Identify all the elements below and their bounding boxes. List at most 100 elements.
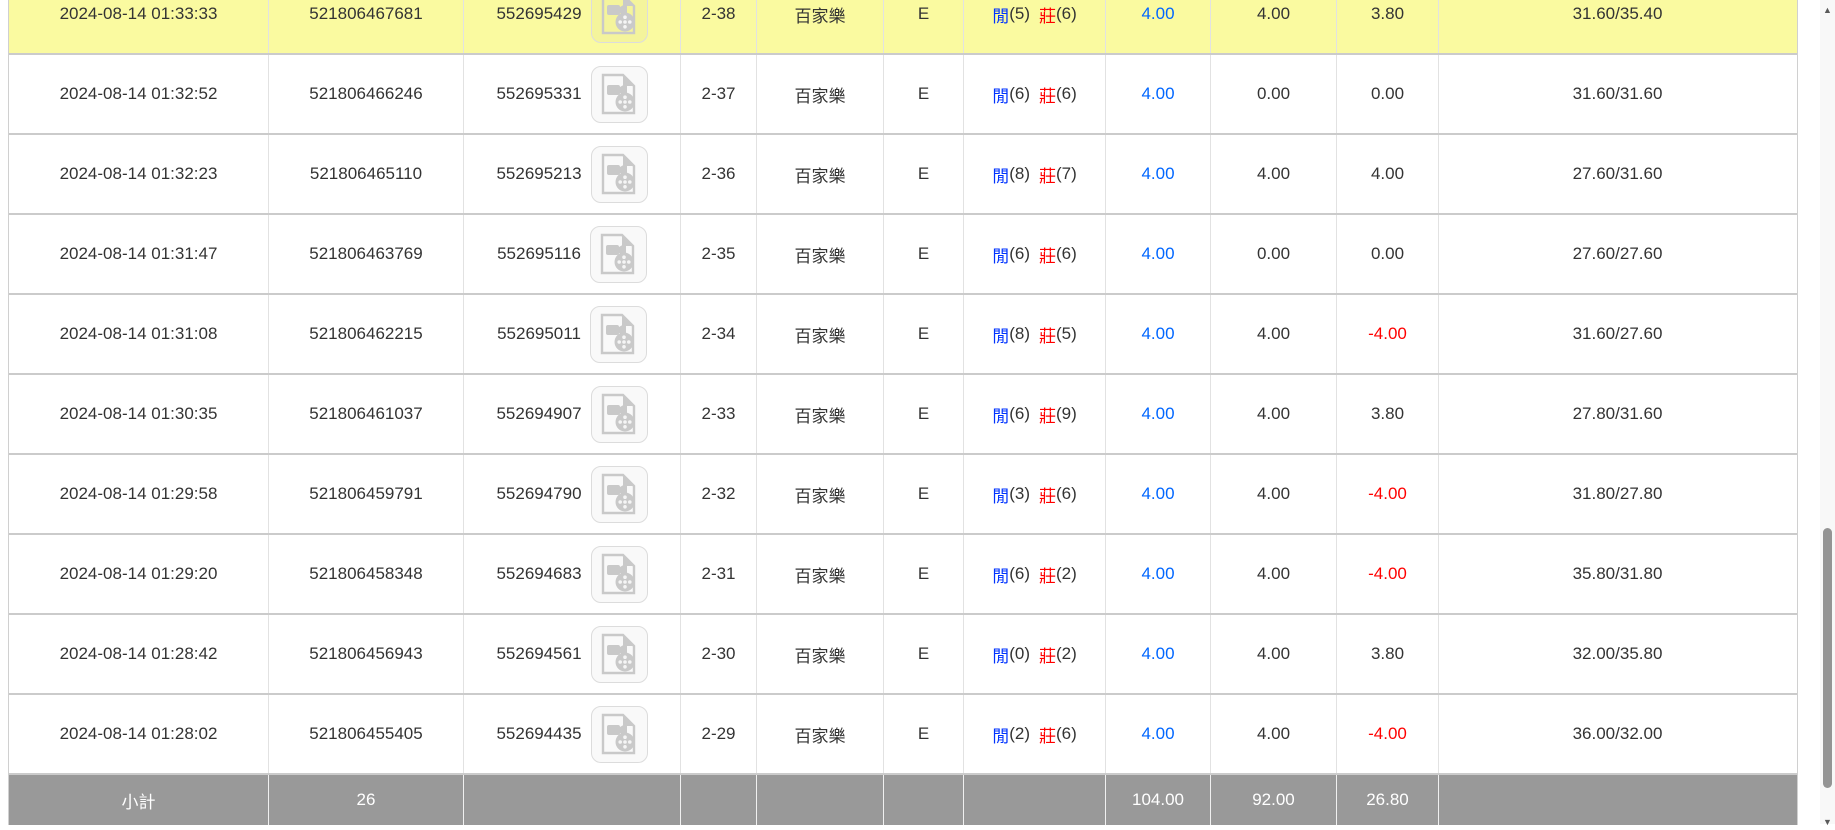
table-row[interactable]: 2024-08-14 01:29:58 521806459791 5526947… [9, 455, 1797, 535]
player-points: (8) [1009, 164, 1030, 184]
cell-bet-id: 521806456943 [269, 615, 464, 693]
summary-empty-game [757, 775, 884, 825]
summary-empty-balance [1439, 775, 1796, 825]
cell-bet-id: 521806466246 [269, 55, 464, 133]
cell-game-name: 百家樂 [757, 215, 884, 293]
cell-bet-amount: 4.00 [1106, 375, 1211, 453]
cell-game-id: 552695331 [464, 55, 681, 133]
scrollbar-thumb[interactable] [1823, 528, 1832, 788]
cell-time: 2024-08-14 01:31:08 [9, 295, 269, 373]
cell-winloss: -4.00 [1337, 455, 1439, 533]
summary-winloss-total: 26.80 [1337, 775, 1439, 825]
cell-bet-amount: 4.00 [1106, 295, 1211, 373]
video-file-icon [600, 393, 638, 435]
player-points: (3) [1009, 484, 1030, 504]
scroll-down-icon[interactable]: ▼ [1820, 814, 1835, 830]
cell-balance: 31.60/31.60 [1439, 55, 1796, 133]
table-row[interactable]: 2024-08-14 01:33:33 521806467681 5526954… [9, 0, 1797, 55]
game-id-text: 552695213 [496, 164, 581, 184]
cell-table-code: E [884, 455, 964, 533]
vertical-scrollbar[interactable]: ▲ ▼ [1820, 0, 1835, 824]
cell-table-code: E [884, 615, 964, 693]
video-replay-button[interactable] [591, 0, 648, 43]
cell-round: 2-30 [681, 615, 757, 693]
cell-game-name: 百家樂 [757, 535, 884, 613]
video-file-icon [599, 313, 637, 355]
banker-label: 莊 [1039, 642, 1056, 667]
player-label: 閒 [992, 2, 1009, 27]
player-points: (6) [1009, 404, 1030, 424]
video-file-icon [600, 633, 638, 675]
cell-winloss: 0.00 [1337, 215, 1439, 293]
banker-label: 莊 [1039, 162, 1056, 187]
banker-label: 莊 [1039, 322, 1056, 347]
cell-time: 2024-08-14 01:33:33 [9, 0, 269, 53]
cell-game-name: 百家樂 [757, 0, 884, 53]
table-row[interactable]: 2024-08-14 01:31:08 521806462215 5526950… [9, 295, 1797, 375]
cell-game-name: 百家樂 [757, 695, 884, 773]
banker-label: 莊 [1039, 722, 1056, 747]
cell-game-id: 552695116 [464, 215, 681, 293]
table-row[interactable]: 2024-08-14 01:32:52 521806466246 5526953… [9, 55, 1797, 135]
cell-time: 2024-08-14 01:28:02 [9, 695, 269, 773]
summary-label: 小計 [9, 775, 269, 825]
video-replay-button[interactable] [591, 386, 648, 443]
cell-winloss: -4.00 [1337, 695, 1439, 773]
cell-round: 2-36 [681, 135, 757, 213]
game-id-text: 552694435 [496, 724, 581, 744]
cell-game-id: 552694790 [464, 455, 681, 533]
cell-table-code: E [884, 0, 964, 53]
cell-game-id: 552694435 [464, 695, 681, 773]
player-points: (6) [1009, 244, 1030, 264]
table-row[interactable]: 2024-08-14 01:29:20 521806458348 5526946… [9, 535, 1797, 615]
cell-time: 2024-08-14 01:32:52 [9, 55, 269, 133]
summary-bet-total: 104.00 [1106, 775, 1211, 825]
table-body: 2024-08-14 01:33:33 521806467681 5526954… [9, 0, 1797, 775]
player-label: 閒 [992, 322, 1009, 347]
video-replay-button[interactable] [591, 66, 648, 123]
cell-result: 閒(3)莊(6) [964, 455, 1106, 533]
player-label: 閒 [992, 162, 1009, 187]
video-replay-button[interactable] [590, 306, 647, 363]
cell-bet-id: 521806463769 [269, 215, 464, 293]
cell-result: 閒(8)莊(7) [964, 135, 1106, 213]
cell-balance: 32.00/35.80 [1439, 615, 1796, 693]
player-label: 閒 [992, 402, 1009, 427]
cell-bet-amount: 4.00 [1106, 535, 1211, 613]
cell-round: 2-34 [681, 295, 757, 373]
video-replay-button[interactable] [591, 706, 648, 763]
cell-round: 2-35 [681, 215, 757, 293]
cell-result: 閒(0)莊(2) [964, 615, 1106, 693]
cell-round: 2-31 [681, 535, 757, 613]
table-row[interactable]: 2024-08-14 01:30:35 521806461037 5526949… [9, 375, 1797, 455]
video-replay-button[interactable] [591, 466, 648, 523]
table-row[interactable]: 2024-08-14 01:28:42 521806456943 5526945… [9, 615, 1797, 695]
video-replay-button[interactable] [590, 226, 647, 283]
scroll-up-icon[interactable]: ▲ [1820, 2, 1835, 18]
game-id-text: 552695116 [497, 244, 581, 264]
video-file-icon [600, 73, 638, 115]
video-replay-button[interactable] [591, 626, 648, 683]
cell-winloss: 0.00 [1337, 55, 1439, 133]
summary-empty-result [964, 775, 1106, 825]
cell-bet-id: 521806465110 [269, 135, 464, 213]
player-label: 閒 [992, 482, 1009, 507]
table-row[interactable]: 2024-08-14 01:31:47 521806463769 5526951… [9, 215, 1797, 295]
cell-game-id: 552695429 [464, 0, 681, 53]
player-points: (8) [1009, 324, 1030, 344]
cell-result: 閒(6)莊(2) [964, 535, 1106, 613]
cell-bet-amount: 4.00 [1106, 615, 1211, 693]
cell-bet-id: 521806458348 [269, 535, 464, 613]
table-row[interactable]: 2024-08-14 01:32:23 521806465110 5526952… [9, 135, 1797, 215]
cell-bet-amount: 4.00 [1106, 695, 1211, 773]
cell-round: 2-32 [681, 455, 757, 533]
video-replay-button[interactable] [591, 546, 648, 603]
player-label: 閒 [992, 242, 1009, 267]
banker-points: (6) [1056, 724, 1077, 744]
banker-label: 莊 [1039, 242, 1056, 267]
banker-points: (6) [1056, 4, 1077, 24]
cell-valid-amount: 4.00 [1211, 135, 1337, 213]
table-row[interactable]: 2024-08-14 01:28:02 521806455405 5526944… [9, 695, 1797, 775]
cell-winloss: 3.80 [1337, 615, 1439, 693]
video-replay-button[interactable] [591, 146, 648, 203]
